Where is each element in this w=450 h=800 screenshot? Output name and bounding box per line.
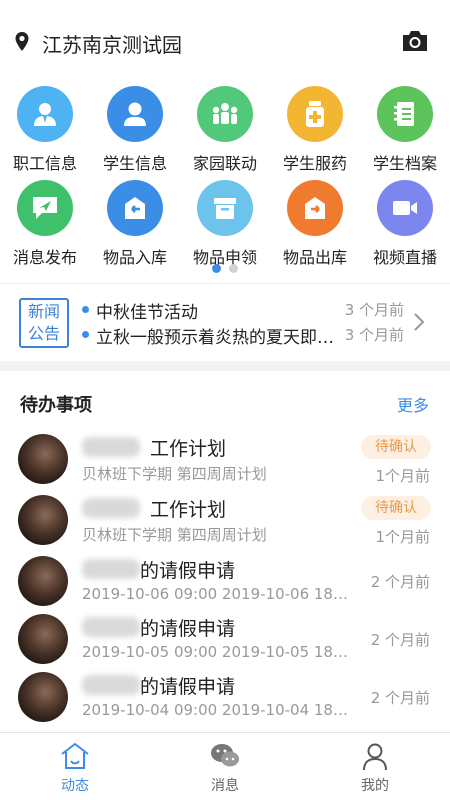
- video-icon: [377, 180, 433, 236]
- todo-subtitle: 2019-10-05 09:00 2019-10-05 18:00: [82, 643, 352, 661]
- todo-item[interactable]: 工作计划 贝林班下学期 第四周周计划 待确认 1个月前: [0, 495, 450, 553]
- todo-subtitle: 贝林班下学期 第四周周计划: [82, 465, 267, 483]
- avatar: [18, 556, 68, 606]
- chat-icon: [211, 744, 239, 767]
- grid-label: 学生信息: [102, 154, 167, 173]
- grid-item-home-school[interactable]: 家园联动: [180, 86, 270, 176]
- blurred-name: [82, 437, 140, 457]
- grid-item-video-live[interactable]: 视频直播: [360, 180, 450, 270]
- todo-title: 的请假申请: [140, 618, 236, 640]
- news-time: 3 个月前: [344, 326, 404, 344]
- archive-icon: [377, 86, 433, 142]
- person-icon: [363, 743, 387, 771]
- news-title: 中秋佳节活动: [96, 303, 198, 323]
- todo-item[interactable]: 工作计划 贝林班下学期 第四周周计划 待确认 1个月前: [0, 434, 450, 492]
- todo-item[interactable]: 的请假申请 2019-10-05 09:00 2019-10-05 18:00 …: [0, 614, 450, 672]
- location-pin-icon[interactable]: [14, 31, 30, 53]
- grid-label: 学生服药: [282, 154, 347, 173]
- tab-label: 我的: [361, 778, 389, 794]
- todo-item[interactable]: 的请假申请 2019-10-06 09:00 2019-10-06 18:00 …: [0, 556, 450, 614]
- todo-subtitle: 2019-10-06 09:00 2019-10-06 18:00: [82, 585, 352, 603]
- tab-mine[interactable]: 我的: [300, 733, 450, 800]
- avatar: [18, 434, 68, 484]
- avatar: [18, 495, 68, 545]
- grid-label: 家园联动: [192, 154, 257, 173]
- blurred-name: [82, 675, 140, 695]
- grid-item-stock-in[interactable]: 物品入库: [90, 180, 180, 270]
- staff-icon: [17, 86, 73, 142]
- news-time: 3 个月前: [344, 301, 404, 319]
- todo-time: 2 个月前: [370, 631, 430, 649]
- grid-item-stock-out[interactable]: 物品出库: [270, 180, 360, 270]
- page-dot[interactable]: [229, 264, 238, 273]
- news-item[interactable]: 中秋佳节活动 3 个月前: [82, 298, 412, 323]
- todo-title: 的请假申请: [140, 676, 236, 698]
- grid-item-item-apply[interactable]: 物品申领: [180, 180, 270, 270]
- blurred-name: [82, 498, 140, 518]
- news-logo: 新闻 公告: [19, 298, 69, 348]
- medicine-icon: [287, 86, 343, 142]
- tab-label: 动态: [61, 778, 89, 794]
- grid-item-medicine[interactable]: 学生服药: [270, 86, 360, 176]
- apply-icon: [197, 180, 253, 236]
- tab-dynamics[interactable]: 动态: [0, 733, 150, 800]
- more-link[interactable]: 更多: [397, 392, 429, 416]
- todo-title: 的请假申请: [140, 560, 236, 582]
- stock-in-icon: [107, 180, 163, 236]
- todo-item[interactable]: 的请假申请 2019-10-04 09:00 2019-10-04 18:00 …: [0, 672, 450, 730]
- bullet-dot: [82, 306, 89, 313]
- grid-item-student-info[interactable]: 学生信息: [90, 86, 180, 176]
- tab-messages[interactable]: 消息: [150, 733, 300, 800]
- chevron-right-icon[interactable]: [412, 312, 426, 332]
- news-title: 立秋一般预示着炎热的夏天即将过去: [96, 328, 336, 348]
- grid-label: 职工信息: [12, 154, 77, 173]
- news-item[interactable]: 立秋一般预示着炎热的夏天即将过去 3 个月前: [82, 323, 412, 348]
- function-grid: 职工信息 学生信息 家园联动 学生服药 学生档案 消息发布 物品入库 物品申领 …: [0, 80, 450, 280]
- news-announcement-bar[interactable]: 新闻 公告 中秋佳节活动 3 个月前 立秋一般预示着炎热的夏天即将过去 3 个月…: [0, 283, 450, 361]
- message-icon: [17, 180, 73, 236]
- student-icon: [107, 86, 163, 142]
- todo-title: 工作计划: [150, 438, 227, 460]
- page-indicator[interactable]: [0, 264, 450, 276]
- todo-time: 2 个月前: [370, 573, 430, 591]
- home-icon: [61, 742, 89, 769]
- section-divider: [0, 361, 450, 371]
- blurred-name: [82, 617, 140, 637]
- bottom-tab-bar: 动态 消息 我的: [0, 732, 450, 800]
- news-logo-line: 公告: [27, 324, 60, 343]
- grid-item-staff-info[interactable]: 职工信息: [0, 86, 90, 176]
- todo-time: 1个月前: [375, 528, 430, 546]
- bullet-dot: [82, 331, 89, 338]
- header-bar: 江苏南京测试园: [0, 0, 450, 70]
- avatar: [18, 614, 68, 664]
- location-label[interactable]: 江苏南京测试园: [42, 29, 182, 58]
- grid-item-archive[interactable]: 学生档案: [360, 86, 450, 176]
- status-badge: 待确认: [361, 435, 431, 459]
- group-icon: [197, 86, 253, 142]
- todo-section-title: 待办事项: [20, 395, 92, 416]
- blurred-name: [82, 559, 140, 579]
- todo-subtitle: 2019-10-04 09:00 2019-10-04 18:00: [82, 701, 352, 719]
- todo-title: 工作计划: [150, 499, 227, 521]
- page-dot-active[interactable]: [212, 264, 221, 273]
- todo-subtitle: 贝林班下学期 第四周周计划: [82, 526, 267, 544]
- grid-item-message-publish[interactable]: 消息发布: [0, 180, 90, 270]
- grid-label: 学生档案: [372, 154, 437, 173]
- todo-time: 1个月前: [375, 467, 430, 485]
- stock-out-icon: [287, 180, 343, 236]
- avatar: [18, 672, 68, 722]
- status-badge: 待确认: [361, 496, 431, 520]
- news-logo-line: 新闻: [27, 302, 60, 321]
- todo-time: 2 个月前: [370, 689, 430, 707]
- camera-icon[interactable]: [401, 29, 429, 53]
- tab-label: 消息: [211, 778, 239, 794]
